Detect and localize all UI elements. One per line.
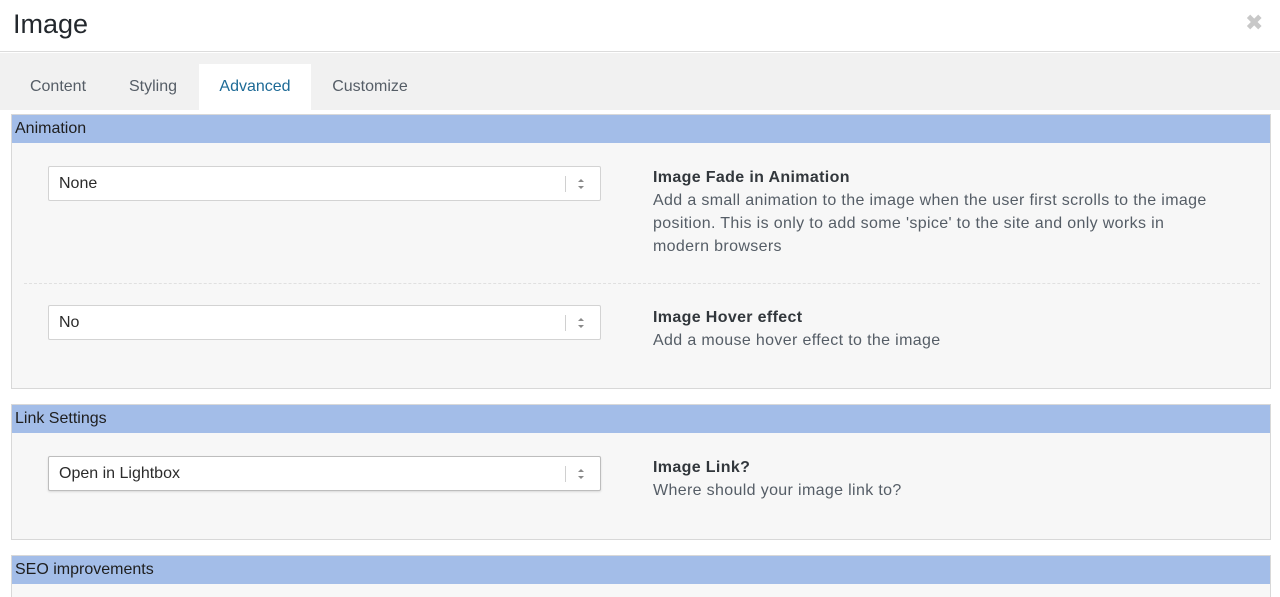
tab-advanced[interactable]: Advanced [199,64,311,110]
link-settings-section-header: Link Settings [12,405,1270,433]
hover-effect-title: Image Hover effect [653,309,803,326]
fade-animation-title: Image Fade in Animation [653,169,850,186]
seo-section: SEO improvements [11,555,1271,597]
tab-bar: Content Styling Advanced Customize [0,53,1280,110]
updown-arrows-icon [578,318,584,328]
image-link-select[interactable]: Open in Lightbox [48,456,601,491]
field-divider [24,283,1260,284]
tab-styling[interactable]: Styling [110,64,196,110]
updown-arrows-icon [578,469,584,479]
link-settings-section: Link Settings Open in Lightbox Image Lin… [11,404,1271,540]
modal-title: Image [13,9,89,39]
tab-customize[interactable]: Customize [317,64,423,110]
seo-section-header: SEO improvements [12,556,1270,584]
select-separator [565,176,566,192]
modal-header: Image ✖ [0,0,1280,52]
image-link-description: Image Link? Where should your image link… [653,456,1223,502]
hover-effect-help: Add a mouse hover effect to the image [653,332,941,349]
updown-arrows-icon [578,179,584,189]
fade-animation-select[interactable]: None [48,166,601,201]
close-icon[interactable]: ✖ [1245,12,1263,34]
hover-effect-description: Image Hover effect Add a mouse hover eff… [653,306,1223,352]
hover-effect-value: No [59,314,80,331]
image-link-title: Image Link? [653,459,751,476]
image-link-help: Where should your image link to? [653,482,902,499]
fade-animation-description: Image Fade in Animation Add a small anim… [653,166,1223,258]
animation-section: Animation None Image Fade in Animation A… [11,114,1271,389]
select-separator [565,466,566,482]
tab-content[interactable]: Content [12,64,104,110]
select-separator [565,315,566,331]
image-link-value: Open in Lightbox [59,465,180,482]
hover-effect-select[interactable]: No [48,305,601,340]
fade-animation-value: None [59,175,98,192]
tab-panel: Animation None Image Fade in Animation A… [0,110,1280,597]
animation-section-header: Animation [12,115,1270,143]
fade-animation-help: Add a small animation to the image when … [653,192,1207,255]
